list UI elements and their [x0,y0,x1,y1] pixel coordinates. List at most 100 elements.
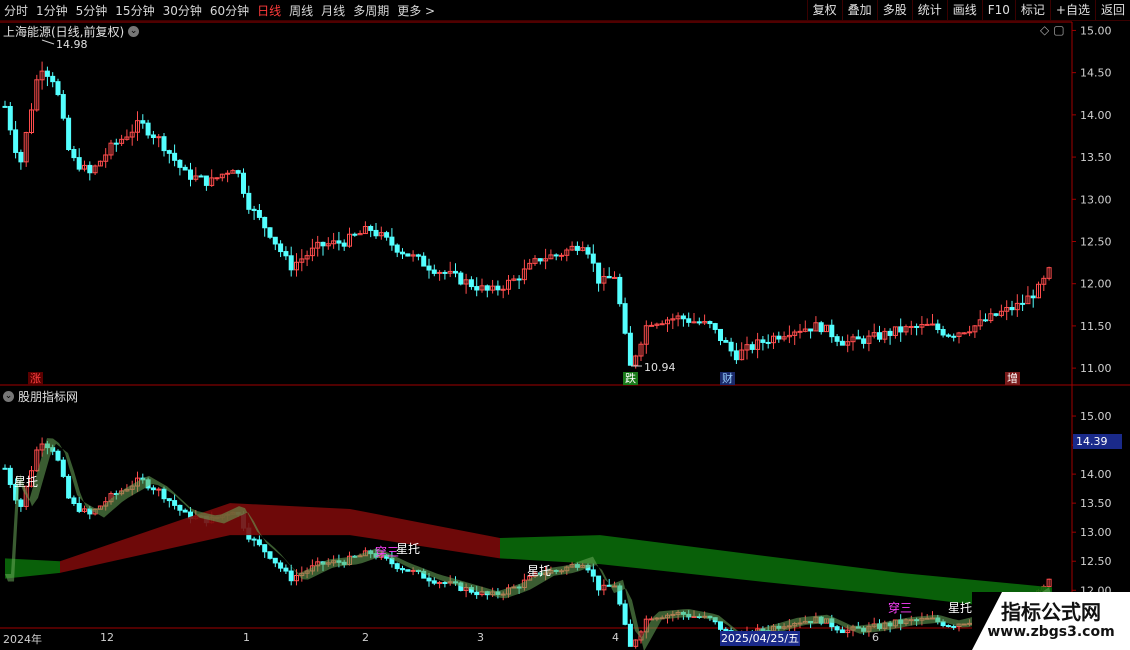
candle-body [177,159,183,168]
candle-body [256,209,262,218]
candle-body [394,244,400,253]
square-icon[interactable]: ▢ [1053,23,1064,37]
chevron-down-icon[interactable]: ⌄ [128,26,140,37]
signal-label-0: 星托 [14,475,38,489]
candle-body [733,350,739,361]
candle-body [172,152,178,161]
candle-body [797,330,803,333]
x-label-6: 6 [872,631,879,644]
candle-body [718,328,723,342]
candle-body [182,166,188,171]
candle-body-bottom [156,488,162,491]
candle-body [951,335,957,338]
candle-body [1009,306,1015,311]
signal-label-4: 穿三 [375,544,399,559]
candle-body [18,151,24,163]
candle-body [113,142,119,145]
bottom-panel-title: ⌄ 股朋指标网 [3,388,78,405]
candle-body [484,285,490,291]
candle-body [537,258,543,262]
candle-body [50,75,56,83]
candle-body-bottom [410,569,416,572]
candle-body-bottom [474,591,480,596]
candle-body-bottom [55,450,61,461]
marker-finance[interactable]: 财 [720,372,735,385]
candle-body [818,322,824,333]
candle-body-bottom [627,623,633,647]
candle-body [622,303,628,334]
candle-body [368,226,374,231]
candle-body [680,315,686,320]
candle-body-bottom [426,577,432,582]
candle-body [749,344,755,350]
candle-body [442,271,448,274]
candle-body [198,175,204,178]
watermark-main: 指标公式网 [1001,600,1101,624]
kline-chart[interactable]: 15.00 14.50 14.00 13.50 13.00 12.50 12.00 11.50… [0,0,1130,650]
candle-body [908,325,914,328]
candle-body [341,242,347,247]
candle-body-bottom [622,603,628,625]
candle-body [606,275,612,279]
candle-body-bottom [442,582,448,585]
marker-increase[interactable]: 增 [1005,372,1020,385]
candle-body [649,324,655,327]
candle-body [776,335,782,340]
marker-rise[interactable]: 涨 [28,372,43,385]
indicator-title: 股朋指标网 [18,390,79,404]
candle-body [13,129,19,153]
candle-body [627,332,633,366]
watermark-url: www.zbgs3.com [987,624,1115,640]
y-label-bottom: 13.00 [1080,526,1112,539]
candle-body [246,192,252,210]
candle-body-bottom [272,557,278,564]
candle-body [887,330,893,336]
candle-body-bottom [166,498,172,502]
x-label-2024: 2024年 [3,633,42,646]
candle-body [76,157,82,170]
candle-body [437,271,443,274]
candle-body [235,170,241,174]
candle-body [516,278,522,281]
diamond-icon[interactable]: ◇ [1040,23,1049,37]
candle-body-bottom [951,625,957,628]
candle-body [829,324,835,338]
candle-body [961,332,967,335]
candle-body [574,245,580,251]
current-price-box: 14.39 [1073,434,1122,449]
candle-body [405,253,411,257]
y-label-top: 11.00 [1080,362,1112,375]
candle-body [214,177,220,180]
marker-fall[interactable]: 跌 [623,372,638,385]
candle-body-bottom [172,500,178,506]
candle-body [993,313,999,316]
candle-body [945,334,951,337]
y-label-top: 13.00 [1080,193,1112,206]
candle-body-bottom [839,629,845,634]
candle-body [251,208,257,211]
candle-body [612,276,617,279]
candle-body-bottom [834,626,840,631]
candle-body-bottom [150,487,156,491]
candle-body [278,243,284,253]
candle-body [150,134,156,138]
x-label-12: 12 [100,631,114,644]
candle-body [60,94,66,119]
candle-body [760,339,766,343]
candle-body [691,321,697,324]
stock-title: 上海能源(日线,前复权) [3,25,125,39]
candle-body [500,288,506,291]
candle-body [728,341,734,352]
candle-body [384,232,390,238]
candle-body [2,105,8,108]
y-label-top: 12.50 [1080,235,1112,248]
candle-body-bottom [596,575,602,591]
candle-body [458,272,464,285]
candle-body [861,338,867,344]
candle-body [373,229,379,237]
candle-body [686,318,692,323]
x-label-3: 3 [477,631,484,644]
candle-body [283,251,289,257]
chevron-down-icon[interactable]: ⌄ [3,391,14,402]
candle-body-bottom [2,467,8,470]
